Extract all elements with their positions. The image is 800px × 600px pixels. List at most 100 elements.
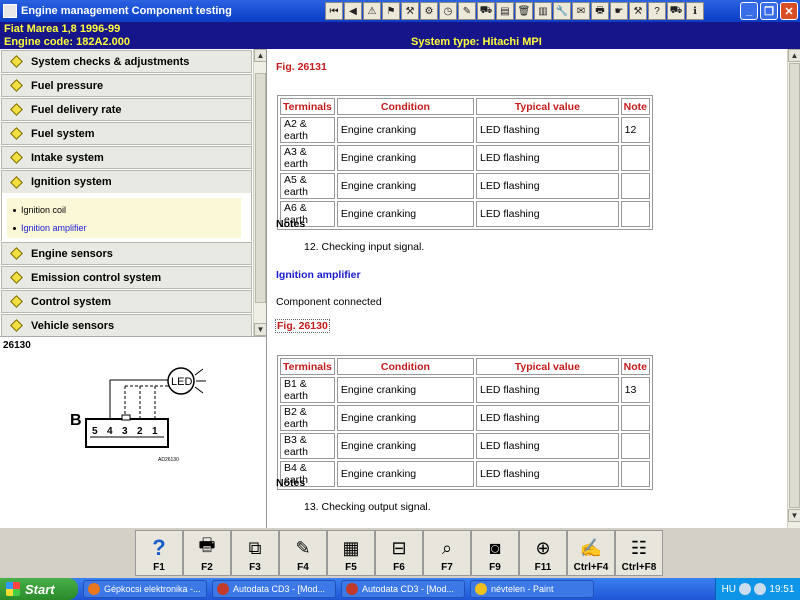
nav-item-control-system[interactable]: Control system xyxy=(1,290,252,313)
scroll-thumb[interactable] xyxy=(255,73,266,303)
table-cell: LED flashing xyxy=(476,117,619,143)
nav-item-fuel-delivery-rate[interactable]: Fuel delivery rate xyxy=(1,98,252,121)
maximize-button[interactable]: ❐ xyxy=(760,2,778,20)
col-typical-value: Typical value xyxy=(476,358,619,375)
wrench-icon[interactable]: 🔧 xyxy=(553,2,571,20)
taskbar-task[interactable]: Autodata CD3 - [Mod... xyxy=(341,580,465,598)
col-condition: Condition xyxy=(336,98,475,115)
nav-item-system-checks[interactable]: System checks & adjustments xyxy=(1,50,252,73)
table-row: B1 & earth Engine cranking LED flashing 13 xyxy=(280,377,650,403)
fkey-button-f9[interactable]: ◙ F9 xyxy=(471,530,519,576)
windows-logo-icon xyxy=(6,582,20,596)
minimize-button[interactable]: _ xyxy=(740,2,758,20)
window-title: Engine management Component testing xyxy=(21,5,232,17)
info-icon[interactable]: ℹ xyxy=(686,2,704,20)
fkey-label: F5 xyxy=(345,562,357,573)
nav-item-intake-system[interactable]: Intake system xyxy=(1,146,252,169)
fkey-button-f1[interactable]: ? F1 xyxy=(135,530,183,576)
scroll-up-icon[interactable]: ▲ xyxy=(788,49,800,62)
tool-icon[interactable]: ⚒ xyxy=(401,2,419,20)
nav-item-label: Control system xyxy=(31,295,112,308)
nav-item-label: Intake system xyxy=(31,151,104,164)
figure-caption: 26130 xyxy=(3,340,31,351)
update-icon[interactable] xyxy=(754,583,767,595)
task-label: Autodata CD3 - [Mod... xyxy=(362,584,455,594)
tool3-icon[interactable]: ⚒ xyxy=(629,2,647,20)
fkey-button-f3[interactable]: ⧉ F3 xyxy=(231,530,279,576)
col-note: Note xyxy=(620,358,650,375)
table-cell: Engine cranking xyxy=(336,201,475,227)
table-cell: LED flashing xyxy=(476,145,619,171)
nav-item-fuel-system[interactable]: Fuel system xyxy=(1,122,252,145)
sub-item-ignition-amplifier[interactable]: Ignition amplifier xyxy=(13,219,235,237)
car2-icon[interactable]: ⛟ xyxy=(667,2,685,20)
content-scrollbar[interactable]: ▲ ▼ xyxy=(787,49,800,528)
figure-link-26131[interactable]: Fig. 26131 xyxy=(276,61,327,73)
connector-diagram: LED 5 4 3 2 1 B AD26130 xyxy=(70,367,206,463)
clock-icon[interactable]: ◷ xyxy=(439,2,457,20)
edit-icon[interactable]: ✎ xyxy=(458,2,476,20)
fkey-button-ctrl-f8[interactable]: ☷ Ctrl+F8 xyxy=(615,530,663,576)
book-icon[interactable]: ▤ xyxy=(496,2,514,20)
fkey-button-f4[interactable]: ✎ F4 xyxy=(279,530,327,576)
fkey-label: F3 xyxy=(249,562,261,573)
app-icon xyxy=(346,583,358,595)
print-icon: 🖶 xyxy=(198,535,216,555)
notes-icon[interactable]: ✉ xyxy=(572,2,590,20)
pointer-icon[interactable]: ☛ xyxy=(610,2,628,20)
nav-item-label: Ignition system xyxy=(31,176,112,188)
scroll-down-icon[interactable]: ▼ xyxy=(788,509,800,522)
fkey-button-f5[interactable]: ▦ F5 xyxy=(327,530,375,576)
fkey-button-f6[interactable]: ⊟ F6 xyxy=(375,530,423,576)
clock[interactable]: 19:51 xyxy=(769,584,794,595)
led-ray xyxy=(194,386,204,394)
first-icon[interactable]: ⏮ xyxy=(325,2,343,20)
taskbar-task[interactable]: Gépkocsi elektronika -... xyxy=(83,580,207,598)
diamond-bullet-icon xyxy=(10,127,23,140)
flag-icon[interactable]: ⚑ xyxy=(382,2,400,20)
diamond-bullet-icon xyxy=(10,103,23,116)
table-cell: LED flashing xyxy=(476,433,619,459)
col-condition: Condition xyxy=(336,358,475,375)
fkey-button-f11[interactable]: ⊕ F11 xyxy=(519,530,567,576)
nav-item-fuel-pressure[interactable]: Fuel pressure xyxy=(1,74,252,97)
table-cell: A2 & earth xyxy=(280,117,335,143)
close-button[interactable]: ✕ xyxy=(780,2,798,20)
nav-item-vehicle-sensors[interactable]: Vehicle sensors xyxy=(1,314,252,336)
taskbar-task[interactable]: névtelen - Paint xyxy=(470,580,594,598)
nav-item-ignition-system[interactable]: Ignition system xyxy=(1,170,252,193)
language-indicator[interactable]: HU xyxy=(722,584,736,595)
table-cell xyxy=(620,405,650,431)
figure-link-26130[interactable]: Fig. 26130 xyxy=(275,319,330,333)
trash-icon[interactable]: 🗑 xyxy=(515,2,533,20)
fkey-label: F11 xyxy=(534,562,552,573)
print-icon[interactable]: 🖶 xyxy=(591,2,609,20)
title-bar: Engine management Component testing ⏮ ◀ ⚠ ⚑… xyxy=(0,0,800,22)
start-label: Start xyxy=(25,581,55,597)
data-icon[interactable]: ▥ xyxy=(534,2,552,20)
taskbar-task[interactable]: Autodata CD3 - [Mod... xyxy=(212,580,336,598)
table-cell: B1 & earth xyxy=(280,377,335,403)
fkey-button-f2[interactable]: 🖶 F2 xyxy=(183,530,231,576)
task-list: Gépkocsi elektronika -... Autodata CD3 - … xyxy=(78,580,594,598)
fkey-label: F6 xyxy=(393,562,405,573)
fkey-button-f7[interactable]: ⌕ F7 xyxy=(423,530,471,576)
pin-label: 3 xyxy=(122,426,128,437)
help-icon[interactable]: ? xyxy=(648,2,666,20)
nav-item-emission-control[interactable]: Emission control system xyxy=(1,266,252,289)
fkey-label: F1 xyxy=(153,562,165,573)
nav-item-engine-sensors[interactable]: Engine sensors xyxy=(1,242,252,265)
note-icon: ✍ xyxy=(579,537,603,558)
fkey-button-ctrl-f4[interactable]: ✍ Ctrl+F4 xyxy=(567,530,615,576)
tool2-icon[interactable]: ⚙ xyxy=(420,2,438,20)
start-button[interactable]: Start xyxy=(0,578,78,600)
network-icon[interactable] xyxy=(739,583,752,595)
car-icon[interactable]: ⛟ xyxy=(477,2,495,20)
sub-item-ignition-coil[interactable]: Ignition coil xyxy=(13,201,235,219)
nav-scrollbar[interactable]: ▲ ▼ xyxy=(253,49,267,336)
system-tray: HU 19:51 xyxy=(715,578,800,600)
scroll-thumb[interactable] xyxy=(789,63,800,508)
pin-label: 5 xyxy=(92,426,98,437)
warning-icon[interactable]: ⚠ xyxy=(363,2,381,20)
prev-icon[interactable]: ◀ xyxy=(344,2,362,20)
